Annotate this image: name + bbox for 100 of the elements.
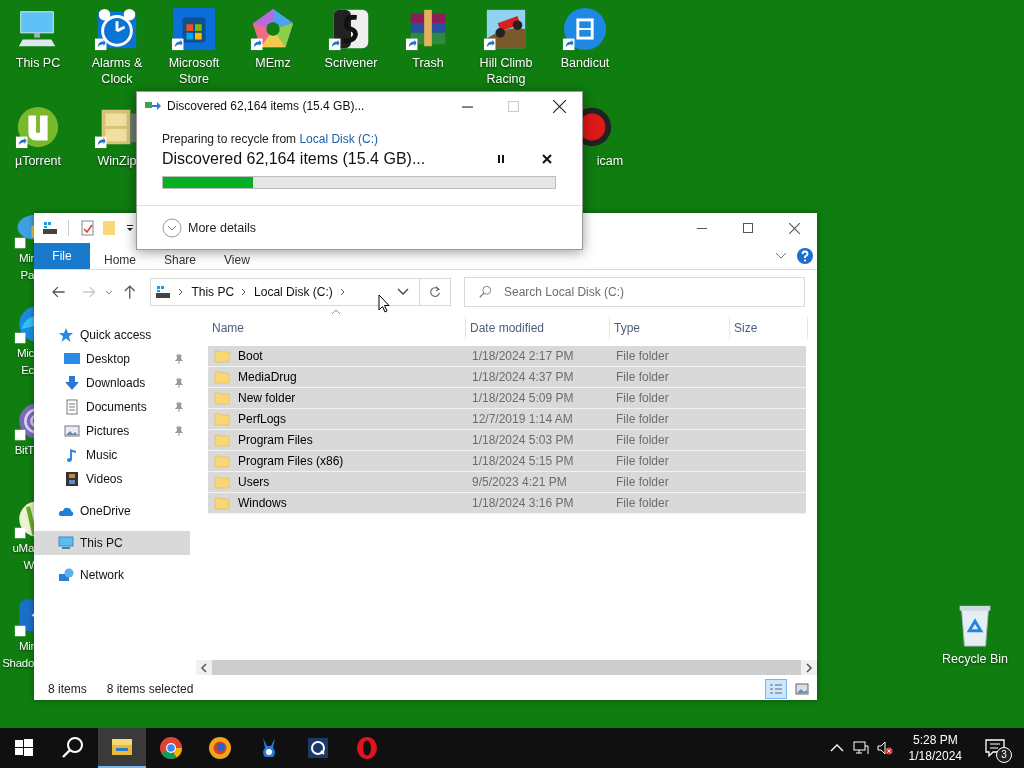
desktop-icon-label[interactable]: µTorrent: [14, 153, 62, 169]
breadcrumb[interactable]: This PC: [191, 285, 235, 299]
pin-icon[interactable]: [174, 402, 184, 412]
search-field[interactable]: Search Local Disk (C:): [464, 277, 805, 307]
nav-item[interactable]: Documents: [34, 395, 190, 419]
desktop-icon-label[interactable]: This PC: [15, 55, 61, 71]
desktop-icon-label[interactable]: Mir: [18, 250, 34, 267]
pin-icon[interactable]: [174, 378, 184, 388]
folder-icon: [214, 474, 230, 490]
help-icon[interactable]: [797, 248, 813, 264]
close-icon: [552, 99, 566, 113]
desktop-icon-label[interactable]: W: [23, 557, 34, 574]
dropdown-icon[interactable]: [125, 223, 135, 233]
type-cell-text: File folder: [615, 349, 670, 363]
shopping-bag-icon[interactable]: [171, 6, 217, 52]
desktop-icon-label[interactable]: Scrivener: [324, 55, 378, 71]
file-row[interactable]: Boot 1/18/2024 2:17 PM File folder: [208, 346, 806, 367]
column-header[interactable]: Type: [610, 317, 730, 339]
nav-item[interactable]: Desktop: [34, 347, 190, 371]
expand-chevron-icon: [162, 217, 182, 238]
folder-icon: [214, 432, 230, 448]
date-cell-text: 1/18/2024 3:16 PM: [471, 496, 575, 510]
file-row[interactable]: Program Files (x86) 1/18/2024 5:15 PM File folder: [208, 451, 806, 472]
expand-ribbon-icon[interactable]: [775, 252, 787, 260]
address-bar[interactable]: This PC Local Disk (C:): [150, 278, 451, 306]
film-icon[interactable]: [562, 6, 608, 52]
nav-item[interactable]: This PC: [34, 531, 190, 555]
volume-muted-icon[interactable]: [876, 740, 893, 756]
desktop-icon-label[interactable]: Trash: [412, 55, 444, 71]
pause-icon[interactable]: [496, 154, 506, 164]
file-name: Program Files (x86): [238, 454, 344, 468]
desktop-icon-label[interactable]: Alarms & Clock: [79, 55, 155, 87]
nav-item[interactable]: Quick access: [34, 323, 190, 347]
file-row[interactable]: Users 9/5/2023 4:21 PM File folder: [208, 472, 806, 493]
chevron-icon[interactable]: [338, 288, 347, 296]
type-cell-text: File folder: [615, 433, 670, 447]
refresh-icon[interactable]: [428, 285, 442, 299]
pentagon-icon[interactable]: [250, 6, 296, 52]
desktop-icon-label[interactable]: Ec: [21, 362, 34, 379]
download-icon: [64, 375, 80, 391]
source-link[interactable]: Local Disk (C:): [299, 132, 379, 146]
desktop-icon-label[interactable]: uMa: [12, 540, 34, 557]
close-icon: [788, 222, 800, 234]
file-name: New folder: [238, 391, 296, 405]
selection-count: 8 items selected: [106, 681, 194, 696]
file-row[interactable]: Windows 1/18/2024 3:16 PM File folder: [208, 493, 806, 514]
desktop-icon: [64, 351, 80, 367]
file-name: Windows: [238, 496, 287, 510]
network-icon: [58, 567, 74, 583]
file-name: MediaDrug: [238, 370, 297, 384]
maximize-icon: [507, 100, 519, 112]
source-label: Preparing to recycle from: [162, 132, 297, 146]
taskbar-app-button[interactable]: [98, 728, 146, 768]
desktop-icon-label[interactable]: Bandicut: [560, 55, 610, 71]
column-header[interactable]: Date modified: [466, 317, 610, 339]
network-icon[interactable]: [852, 740, 869, 756]
ribbon-tab[interactable]: Home: [90, 243, 150, 269]
drive-icon[interactable]: [42, 220, 58, 236]
ribbon-tab[interactable]: File: [34, 243, 90, 269]
details-view-icon: [769, 682, 783, 695]
ribbon-tab[interactable]: Share: [150, 243, 211, 269]
nav-item[interactable]: Pictures: [34, 419, 190, 443]
dropdown-icon[interactable]: [397, 288, 409, 296]
nav-item[interactable]: Videos: [34, 467, 190, 491]
more-details-button[interactable]: More details: [162, 217, 257, 238]
cancel-icon[interactable]: [542, 154, 552, 164]
desktop-icon-label[interactable]: Hill Climb Racing: [468, 55, 544, 87]
nav-item[interactable]: OneDrive: [34, 499, 190, 523]
desktop-icon-label[interactable]: WinZip: [97, 153, 137, 169]
file-row[interactable]: MediaDrug 1/18/2024 4:37 PM File folder: [208, 367, 806, 388]
ribbon-tab[interactable]: View: [210, 243, 264, 269]
desktop-icon-label[interactable]: Microsoft Store: [156, 55, 232, 87]
date-cell-text: 1/18/2024 5:03 PM: [471, 433, 575, 447]
scroll-right-icon[interactable]: [805, 662, 813, 673]
opera-icon: [355, 736, 379, 760]
column-header[interactable]: Size: [730, 317, 808, 339]
desktop-icon-label[interactable]: MEmz: [255, 55, 291, 71]
desktop-icon-label[interactable]: Mic: [17, 345, 34, 362]
file-row[interactable]: New folder 1/18/2024 5:09 PM File folder: [208, 388, 806, 409]
mouse-cursor-icon: [378, 294, 390, 314]
desktop-icon-label[interactable]: Pa: [20, 267, 34, 284]
nav-item[interactable]: Music: [34, 443, 190, 467]
notification-center-button[interactable]: 3: [980, 728, 1010, 768]
clock[interactable]: 5:28 PM 1/18/2024: [908, 732, 962, 764]
file-row[interactable]: Program Files 1/18/2024 5:03 PM File folder: [208, 430, 806, 451]
desktop-icon-label[interactable]: icam: [596, 153, 624, 169]
scroll-left-icon[interactable]: [200, 662, 208, 673]
breadcrumb[interactable]: Local Disk (C:): [254, 285, 333, 299]
torrent-icon[interactable]: [15, 104, 61, 150]
desktop-icon-label[interactable]: Mir: [18, 638, 34, 655]
desktop-icon-label[interactable]: Shado: [2, 655, 34, 672]
pin-icon[interactable]: [174, 354, 184, 364]
item-count: 8 items: [48, 681, 87, 696]
pin-icon[interactable]: [174, 426, 184, 436]
desktop-icon-label[interactable]: BitT: [14, 442, 34, 459]
desktop-icon-label[interactable]: Recycle Bin: [942, 651, 1008, 667]
properties-icon[interactable]: [79, 220, 95, 236]
nav-item[interactable]: Downloads: [34, 371, 190, 395]
nav-item[interactable]: Network: [34, 563, 190, 587]
file-row[interactable]: PerfLogs 12/7/2019 1:14 AM File folder: [208, 409, 806, 430]
